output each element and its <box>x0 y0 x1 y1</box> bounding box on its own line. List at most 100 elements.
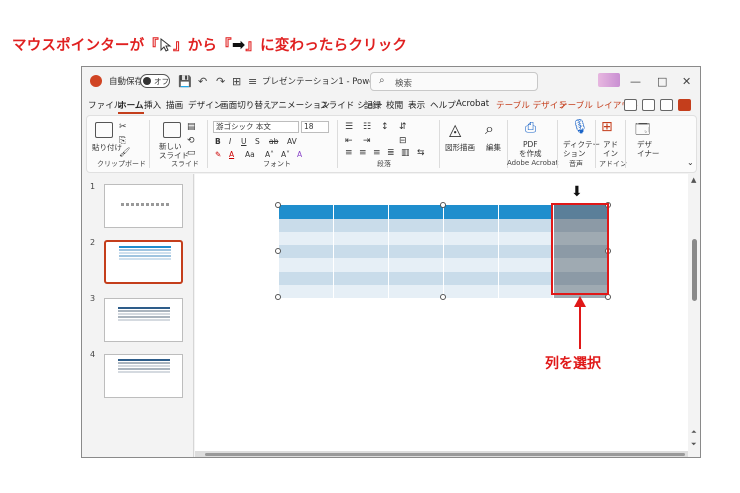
align-left-icon[interactable]: ≡ <box>345 148 353 158</box>
horizontal-scrollbar[interactable] <box>195 451 688 457</box>
new-slide-button[interactable]: 新しい スライド <box>159 142 189 160</box>
scrollbar-thumb[interactable] <box>205 453 685 456</box>
cut-icon[interactable]: ✂ <box>119 122 127 132</box>
align-right-icon[interactable]: ≡ <box>373 148 381 158</box>
reset-icon[interactable]: ⟲ <box>187 136 195 146</box>
resize-handle[interactable] <box>440 202 446 208</box>
copy-icon[interactable]: ⎘ <box>119 136 126 146</box>
select-column-callout: 列を選択 <box>545 356 601 372</box>
minimize-button[interactable]: — <box>630 75 641 88</box>
tab-view[interactable]: 表示 <box>408 99 425 111</box>
increase-indent-icon[interactable]: ⇥ <box>363 136 371 146</box>
tab-acrobat[interactable]: Acrobat <box>456 99 489 109</box>
shadow-button[interactable]: S <box>255 137 260 146</box>
powerpoint-window: 自動保存 オフ 💾 ↶ ↷ ⊞ ≡ プレゼンテーション1 - Power… ⌕ 検… <box>81 66 701 458</box>
next-slide-icon[interactable]: ⏷ <box>691 440 697 449</box>
tab-transitions[interactable]: 画面切り替え <box>220 99 272 111</box>
strikethrough-button[interactable]: ab <box>269 137 278 146</box>
addin-button[interactable]: アド イン <box>603 140 618 158</box>
text-direction-icon[interactable]: ⇵ <box>399 122 407 132</box>
font-color-button[interactable]: A <box>229 150 234 159</box>
share-icon[interactable] <box>678 99 691 111</box>
tab-home[interactable]: ホーム <box>118 99 144 114</box>
close-button[interactable]: ✕ <box>682 75 691 88</box>
slide-thumbnail-3[interactable] <box>104 298 183 342</box>
slide-thumbnail-2[interactable] <box>104 240 183 284</box>
layout-icon[interactable]: ▤ <box>187 122 196 132</box>
smartart-icon[interactable]: ⇆ <box>417 148 425 158</box>
divider <box>207 120 208 168</box>
font-name-select[interactable]: 游ゴシック 本文 <box>213 121 299 133</box>
present-icon[interactable]: ⊞ <box>232 75 241 88</box>
customize-icon[interactable]: ≡ <box>248 75 257 88</box>
tab-insert[interactable]: 挿入 <box>144 99 161 111</box>
search-icon: ⌕ <box>379 75 385 86</box>
prev-slide-icon[interactable]: ⏶ <box>691 428 697 437</box>
undo-icon[interactable]: ↶ <box>198 75 207 88</box>
italic-button[interactable]: I <box>229 137 231 146</box>
scroll-up-icon[interactable]: ▲ <box>691 176 696 184</box>
create-pdf-button[interactable]: PDF を作成 <box>519 140 542 158</box>
tab-draw[interactable]: 描画 <box>166 99 183 111</box>
ribbon-tabs: ファイル ホーム 挿入 描画 デザイン 画面切り替え アニメーション スライド … <box>82 96 700 114</box>
highlight-icon[interactable]: ✎ <box>215 150 221 159</box>
shapes-icon[interactable]: ◬ <box>449 120 461 139</box>
section-icon[interactable]: ▭ <box>187 148 196 158</box>
ribbon-home: 貼り付け ✂ ⎘ 🖌 クリップボード 新しい スライド ▤ ⟲ ▭ スライド 游… <box>86 115 697 173</box>
tab-design[interactable]: デザイン <box>188 99 222 111</box>
bullets-icon[interactable]: ☰ <box>345 122 353 132</box>
underline-button[interactable]: U <box>241 137 247 146</box>
clear-format-icon[interactable]: A <box>297 150 302 159</box>
edit-button[interactable]: 編集 <box>486 142 501 153</box>
change-case-button[interactable]: Aa <box>245 150 255 159</box>
tab-help[interactable]: ヘルプ <box>430 99 456 111</box>
decrease-indent-icon[interactable]: ⇤ <box>345 136 353 146</box>
font-size-select[interactable]: 18 <box>301 121 329 133</box>
new-slide-icon[interactable] <box>163 122 181 138</box>
justify-icon[interactable]: ≣ <box>387 148 395 158</box>
shrink-font-button[interactable]: A˅ <box>281 150 290 159</box>
columns-icon[interactable]: ▥ <box>401 148 410 158</box>
paste-button[interactable]: 貼り付け <box>92 142 122 153</box>
tab-review[interactable]: 校閲 <box>386 99 403 111</box>
microphone-icon[interactable]: 🎙 <box>571 119 589 135</box>
camera-icon[interactable] <box>642 99 655 111</box>
save-icon[interactable]: 💾 <box>178 75 192 88</box>
tab-record[interactable]: 記録 <box>364 99 381 111</box>
resize-handle[interactable] <box>275 202 281 208</box>
comments-icon[interactable] <box>660 99 673 111</box>
addin-icon[interactable]: ⊞ <box>601 119 613 135</box>
resize-handle[interactable] <box>275 294 281 300</box>
slide-thumbnail-1[interactable] <box>104 184 183 228</box>
black-arrow-icon: ➡ <box>231 35 246 54</box>
line-spacing-icon[interactable]: ↕ <box>381 122 389 132</box>
tab-table-design[interactable]: テーブル デザイン <box>496 99 567 111</box>
align-text-icon[interactable]: ⊟ <box>399 136 407 146</box>
bold-button[interactable]: B <box>215 137 221 146</box>
find-icon[interactable]: ⌕ <box>485 119 494 139</box>
redo-icon[interactable]: ↷ <box>216 75 225 88</box>
autosave-toggle[interactable]: オフ <box>140 74 170 88</box>
pdf-icon[interactable]: ⎙ <box>525 120 536 136</box>
maximize-button[interactable]: □ <box>657 75 667 88</box>
resize-handle[interactable] <box>440 294 446 300</box>
caption-part1: マウスポインターが『 <box>12 38 159 54</box>
record-icon[interactable] <box>624 99 637 111</box>
numbering-icon[interactable]: ☷ <box>363 122 371 132</box>
vertical-scrollbar[interactable]: ▲ ⏶ ⏷ <box>688 174 700 457</box>
char-spacing-button[interactable]: AV <box>287 137 297 146</box>
scrollbar-thumb[interactable] <box>692 239 697 301</box>
slide-thumbnail-4[interactable] <box>104 354 183 398</box>
avatar[interactable] <box>598 73 620 87</box>
slide-editor[interactable]: ⬇ 列を選択 <box>195 174 688 451</box>
format-painter-icon[interactable]: 🖌 <box>119 148 130 158</box>
shape-drawing-button[interactable]: 図形描画 <box>445 142 475 153</box>
align-center-icon[interactable]: ≡ <box>359 148 367 158</box>
paste-icon[interactable] <box>95 122 113 138</box>
collapse-ribbon-icon[interactable]: ⌄ <box>687 158 694 167</box>
search-input[interactable]: ⌕ 検索 <box>370 72 538 91</box>
resize-handle[interactable] <box>275 248 281 254</box>
mini-table <box>118 307 170 322</box>
designer-button[interactable]: デザ イナー <box>637 140 659 158</box>
grow-font-button[interactable]: A˄ <box>265 150 274 159</box>
